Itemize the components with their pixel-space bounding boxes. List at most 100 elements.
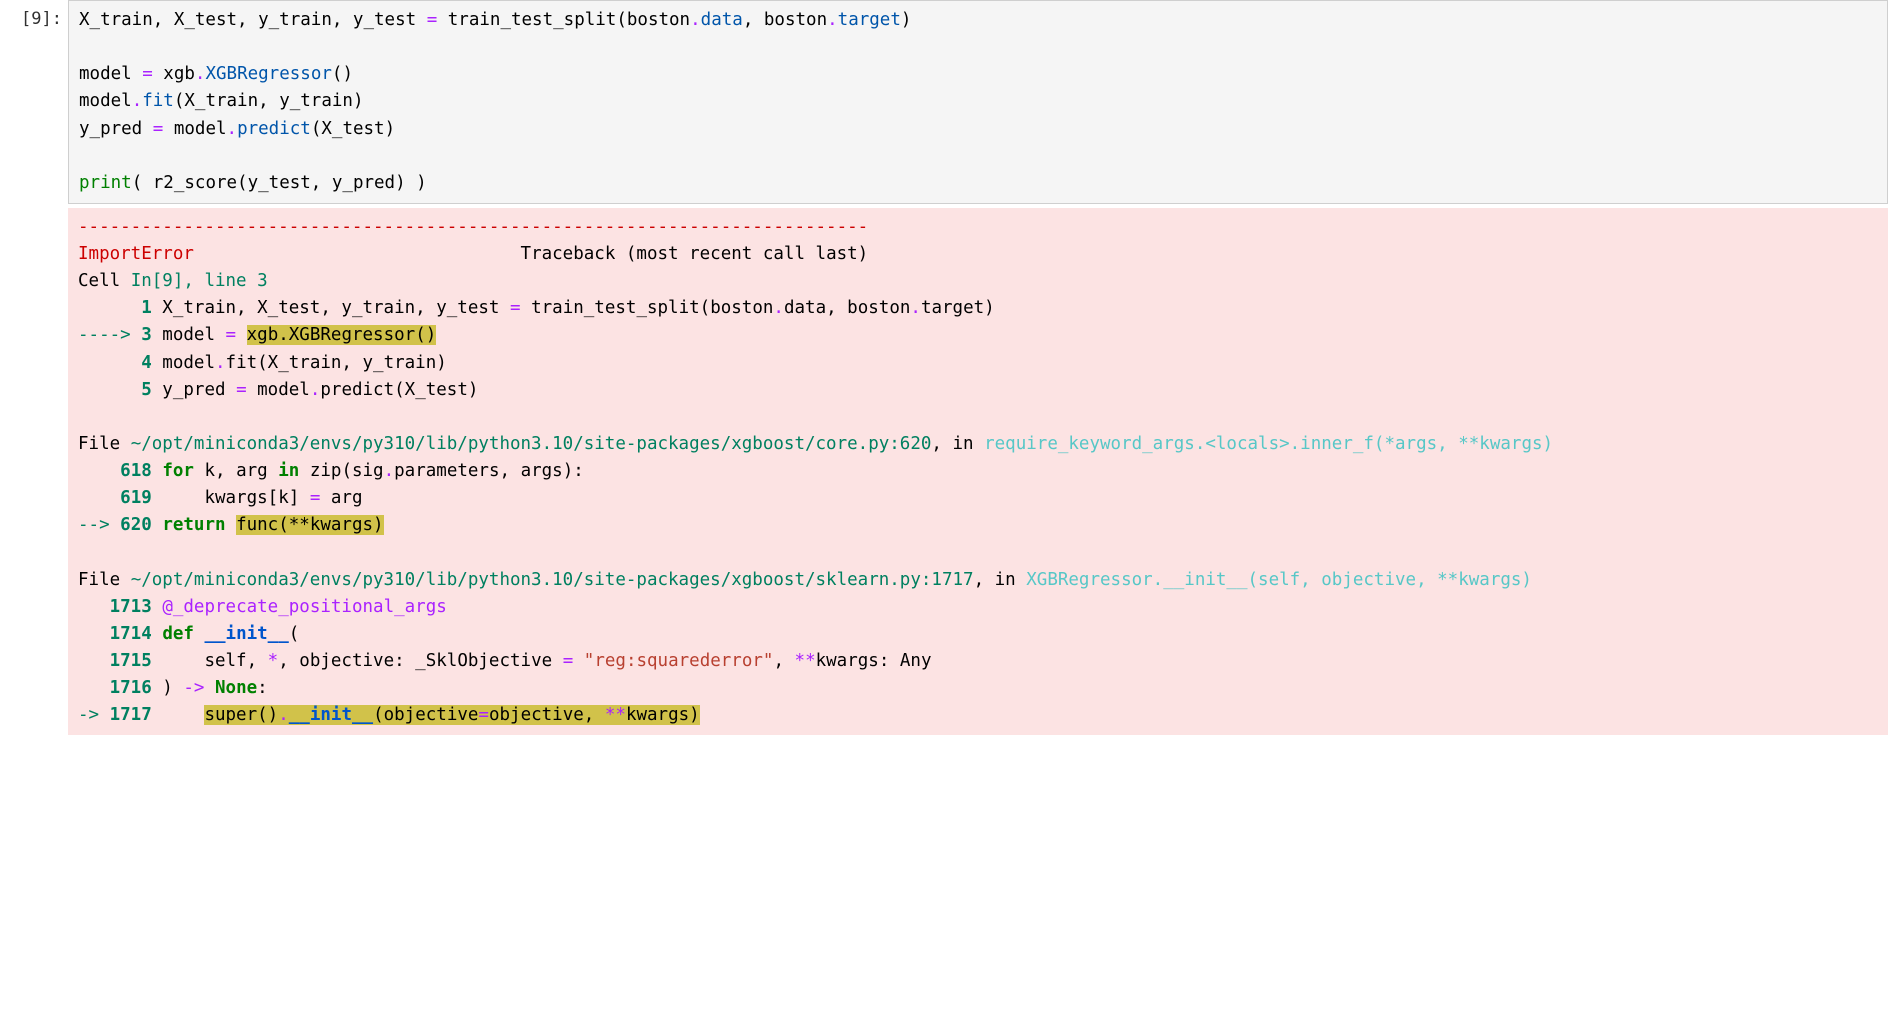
tb-file-pre: File bbox=[78, 570, 131, 590]
attr-data: data bbox=[701, 10, 743, 30]
tb-file-path: ~/opt/miniconda3/envs/py310/lib/python3.… bbox=[131, 434, 932, 454]
op-dot: . bbox=[278, 705, 289, 725]
kw-return: return bbox=[162, 515, 225, 535]
op-dot: . bbox=[215, 353, 226, 373]
tb-highlight: func(**kwargs) bbox=[236, 515, 384, 535]
tb-file-path: ~/opt/miniconda3/envs/py310/lib/python3.… bbox=[131, 570, 974, 590]
tb-line-text: ) bbox=[152, 678, 184, 698]
op-dot: . bbox=[195, 64, 206, 84]
tb-header-label: Traceback (most recent call last) bbox=[521, 244, 869, 264]
tb-highlight: super().__init__(objective=objective, **… bbox=[204, 705, 699, 725]
tb-hl-text: objective, bbox=[489, 705, 605, 725]
tb-pointer-arrow: -> bbox=[78, 705, 110, 725]
op-dot: . bbox=[227, 119, 238, 139]
op-eq: = bbox=[563, 651, 574, 671]
code-text: X_train, X_test, y_train, y_test bbox=[79, 10, 427, 30]
output-cell: ----------------------------------------… bbox=[0, 204, 1888, 735]
tb-hl-text: super() bbox=[204, 705, 278, 725]
code-text: () bbox=[332, 64, 353, 84]
tb-pointer-arrow: ----> bbox=[78, 325, 141, 345]
tb-lineno: 1714 bbox=[110, 624, 152, 644]
tb-space bbox=[152, 597, 163, 617]
tb-space bbox=[204, 678, 215, 698]
op-arrow: -> bbox=[183, 678, 204, 698]
tb-lineno: 1716 bbox=[110, 678, 152, 698]
tb-colon: : bbox=[257, 678, 268, 698]
op-dot: . bbox=[384, 461, 395, 481]
tb-line-text: model bbox=[152, 353, 215, 373]
tb-line-text: zip(sig bbox=[299, 461, 383, 481]
tb-space bbox=[226, 515, 237, 535]
builtin-print: print bbox=[79, 173, 132, 193]
tb-lineno: 4 bbox=[141, 353, 152, 373]
tb-line-text: , bbox=[773, 651, 794, 671]
tb-separator: ----------------------------------------… bbox=[78, 217, 868, 237]
tb-space bbox=[152, 515, 163, 535]
tb-lineno: 619 bbox=[120, 488, 152, 508]
code-text: model bbox=[79, 64, 142, 84]
tb-line-text: , objective: _SklObjective bbox=[278, 651, 562, 671]
op-dot: . bbox=[132, 91, 143, 111]
op-eq: = bbox=[427, 10, 438, 30]
tb-line-text: train_test_split(boston bbox=[521, 298, 774, 318]
tb-space bbox=[573, 651, 584, 671]
op-eq: = bbox=[310, 488, 321, 508]
tb-line-text: kwargs: Any bbox=[816, 651, 932, 671]
tb-lineno: 1717 bbox=[110, 705, 152, 725]
tb-line-text: y_pred bbox=[152, 380, 236, 400]
tb-space bbox=[152, 705, 205, 725]
op-eq: = bbox=[142, 64, 153, 84]
prompt-open: [ bbox=[21, 9, 31, 29]
op-star: * bbox=[268, 651, 279, 671]
attr-target: target bbox=[838, 10, 901, 30]
op-dot: . bbox=[910, 298, 921, 318]
op-eq: = bbox=[478, 705, 489, 725]
code-input[interactable]: X_train, X_test, y_train, y_test = train… bbox=[68, 0, 1888, 204]
method-predict: predict bbox=[237, 119, 311, 139]
tb-hl-text: (objective bbox=[373, 705, 478, 725]
tb-line-text: model bbox=[152, 325, 226, 345]
class-xgbregressor: XGBRegressor bbox=[205, 64, 331, 84]
tb-spacer bbox=[194, 244, 521, 264]
tb-highlight: xgb.XGBRegressor() bbox=[247, 325, 437, 345]
tb-lineno: 3 bbox=[141, 325, 152, 345]
tb-file-in: , in bbox=[974, 570, 1027, 590]
traceback-output[interactable]: ----------------------------------------… bbox=[68, 208, 1888, 735]
op-dstar: ** bbox=[605, 705, 626, 725]
tb-line-text: fit(X_train, y_train) bbox=[226, 353, 447, 373]
tb-exception-type: ImportError bbox=[78, 244, 194, 264]
kw-in: in bbox=[278, 461, 299, 481]
code-text: y_pred bbox=[79, 119, 153, 139]
code-text: model bbox=[163, 119, 226, 139]
tb-line-text: self, bbox=[152, 651, 268, 671]
tb-lineno: 5 bbox=[141, 380, 152, 400]
op-dstar: ** bbox=[795, 651, 816, 671]
tb-func-signature: require_keyword_args.<locals>.inner_f(*a… bbox=[984, 434, 1553, 454]
tb-line-text: parameters, args): bbox=[394, 461, 584, 481]
tb-pointer-arrow: --> bbox=[78, 515, 120, 535]
kw-for: for bbox=[162, 461, 194, 481]
code-text: ) bbox=[901, 10, 912, 30]
tb-space bbox=[152, 461, 163, 481]
tb-location-where: In[9], line 3 bbox=[131, 271, 268, 291]
cell-prompt: [9]: bbox=[0, 0, 68, 32]
output-prompt-empty bbox=[0, 204, 68, 210]
tb-line-text: X_train, X_test, y_train, y_test bbox=[152, 298, 510, 318]
op-eq: = bbox=[236, 380, 247, 400]
code-text: train_test_split(boston bbox=[437, 10, 690, 30]
op-eq: = bbox=[226, 325, 237, 345]
op-dot: . bbox=[773, 298, 784, 318]
op-eq: = bbox=[510, 298, 521, 318]
op-eq: = bbox=[153, 119, 164, 139]
tb-hl-text: kwargs) bbox=[626, 705, 700, 725]
code-cell: [9]: X_train, X_test, y_train, y_test = … bbox=[0, 0, 1888, 204]
func-init: __init__ bbox=[289, 705, 373, 725]
prompt-number: 9 bbox=[31, 9, 41, 29]
kw-none: None bbox=[215, 678, 257, 698]
code-text: xgb bbox=[153, 64, 195, 84]
tb-lineno: 1715 bbox=[110, 651, 152, 671]
tb-file-pre: File bbox=[78, 434, 131, 454]
tb-space bbox=[194, 624, 205, 644]
op-dot: . bbox=[310, 380, 321, 400]
tb-space bbox=[152, 624, 163, 644]
